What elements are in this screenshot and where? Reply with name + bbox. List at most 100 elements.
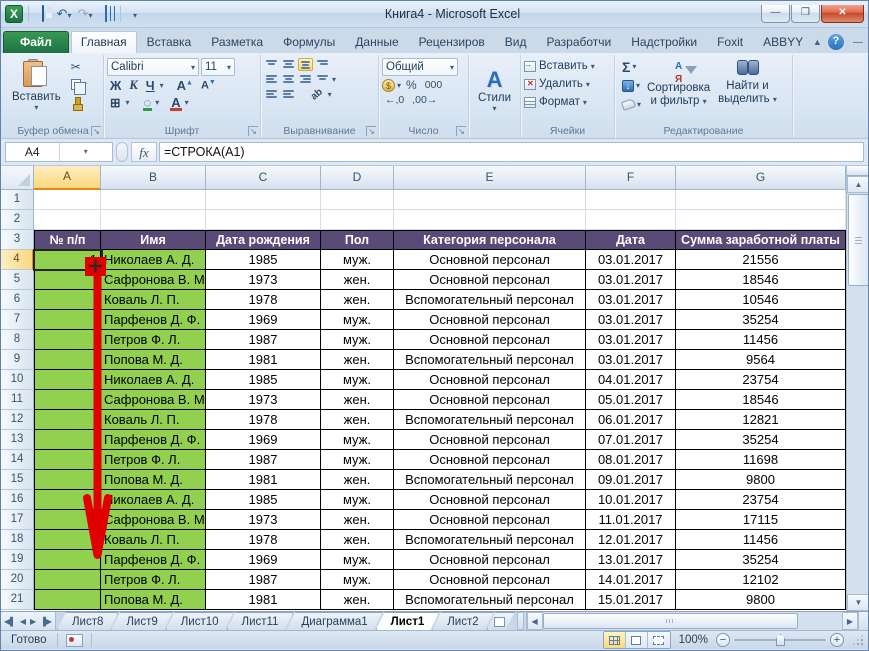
font-color-icon[interactable]: А xyxy=(169,95,183,111)
save-icon[interactable] xyxy=(34,5,52,23)
cell-G14[interactable]: 11698 xyxy=(676,450,846,470)
cell-D13[interactable]: муж. xyxy=(321,430,394,450)
cell-A9[interactable] xyxy=(34,350,101,370)
excel-logo-icon[interactable]: X xyxy=(5,5,23,23)
cell-G19[interactable]: 35254 xyxy=(676,550,846,570)
normal-view-button[interactable] xyxy=(603,632,626,648)
ribbon-tab-7[interactable]: Разработчи xyxy=(537,31,622,53)
table-header-cell[interactable]: Категория персонала xyxy=(394,230,586,250)
cell-A7[interactable] xyxy=(34,310,101,330)
cell-D9[interactable]: жен. xyxy=(321,350,394,370)
cell-E8[interactable]: Основной персонал xyxy=(394,330,586,350)
cell-E12[interactable]: Вспомогательный персонал xyxy=(394,410,586,430)
ribbon-tab-1[interactable]: Вставка xyxy=(137,31,202,53)
borders-icon[interactable]: ⊞ xyxy=(107,95,123,110)
tab-area-splitter[interactable] xyxy=(516,612,524,630)
table-header-cell[interactable]: Дата xyxy=(586,230,676,250)
sort-filter-button[interactable]: АЯ Сортировка и фильтр ▾ xyxy=(643,59,714,112)
cell-G2[interactable] xyxy=(676,210,846,230)
row-header-10[interactable]: 10 xyxy=(1,370,34,390)
cell-F17[interactable]: 11.01.2017 xyxy=(586,510,676,530)
format-painter-icon[interactable] xyxy=(69,95,89,111)
row-header-16[interactable]: 16 xyxy=(1,490,34,510)
row-header-18[interactable]: 18 xyxy=(1,530,34,550)
name-box-dropdown-icon[interactable]: ▾ xyxy=(58,143,113,161)
scroll-down-icon[interactable]: ▼ xyxy=(847,594,868,611)
comma-format-icon[interactable]: 000 xyxy=(422,79,446,91)
row-header-8[interactable]: 8 xyxy=(1,330,34,350)
autosum-icon[interactable]: Σ ▾ xyxy=(620,59,643,74)
cell-D19[interactable]: муж. xyxy=(321,550,394,570)
cell-D1[interactable] xyxy=(321,190,394,210)
cell-A16[interactable] xyxy=(34,490,101,510)
cell-C17[interactable]: 1973 xyxy=(206,510,321,530)
cell-F11[interactable]: 05.01.2017 xyxy=(586,390,676,410)
customize-toolbar-icon[interactable]: ▾ xyxy=(126,5,144,23)
horizontal-scrollbar[interactable]: ◀ ▶ xyxy=(525,612,868,630)
cell-D6[interactable]: жен. xyxy=(321,290,394,310)
macro-record-icon[interactable] xyxy=(65,633,83,647)
cell-E14[interactable]: Основной персонал xyxy=(394,450,586,470)
resize-grip[interactable] xyxy=(852,634,864,646)
shrink-font-button[interactable]: А▼ xyxy=(198,79,219,92)
cell-A15[interactable] xyxy=(34,470,101,490)
cell-G1[interactable] xyxy=(676,190,846,210)
ribbon-tab-5[interactable]: Рецензиров xyxy=(409,31,495,53)
cell-E16[interactable]: Основной персонал xyxy=(394,490,586,510)
cell-A21[interactable] xyxy=(34,590,101,610)
cell-B21[interactable]: Попова М. Д. xyxy=(101,590,206,610)
cell-D5[interactable]: жен. xyxy=(321,270,394,290)
merge-center-icon[interactable] xyxy=(315,73,330,86)
cell-D18[interactable]: жен. xyxy=(321,530,394,550)
row-header-1[interactable]: 1 xyxy=(1,190,34,210)
split-handle[interactable] xyxy=(847,166,868,176)
zoom-in-icon[interactable]: + xyxy=(830,633,844,647)
cell-G18[interactable]: 11456 xyxy=(676,530,846,550)
cell-F12[interactable]: 06.01.2017 xyxy=(586,410,676,430)
cell-E10[interactable]: Основной персонал xyxy=(394,370,586,390)
sheet-tab-Лист11[interactable]: Лист11 xyxy=(227,612,294,630)
align-center-icon[interactable] xyxy=(281,73,296,86)
cell-G13[interactable]: 35254 xyxy=(676,430,846,450)
cell-B13[interactable]: Парфенов Д. Ф. xyxy=(101,430,206,450)
cell-C6[interactable]: 1978 xyxy=(206,290,321,310)
vertical-scrollbar[interactable]: ▲ ▼ xyxy=(846,166,868,611)
column-header-F[interactable]: F xyxy=(586,166,676,190)
column-header-D[interactable]: D xyxy=(321,166,394,190)
cell-A19[interactable] xyxy=(34,550,101,570)
sheet-tab-Лист8[interactable]: Лист8 xyxy=(57,612,118,630)
scroll-left-icon[interactable]: ◀ xyxy=(526,612,543,630)
row-header-4[interactable]: 4 xyxy=(1,250,34,270)
cell-G20[interactable]: 12102 xyxy=(676,570,846,590)
next-sheet-icon[interactable]: ▶ xyxy=(30,617,36,626)
cell-A10[interactable] xyxy=(34,370,101,390)
cell-C12[interactable]: 1978 xyxy=(206,410,321,430)
ribbon-tab-6[interactable]: Вид xyxy=(495,31,537,53)
row-header-3[interactable]: 3 xyxy=(1,230,34,250)
cell-A8[interactable] xyxy=(34,330,101,350)
cell-D21[interactable]: жен. xyxy=(321,590,394,610)
clipboard-dialog-launcher[interactable]: ↘ xyxy=(91,126,101,136)
cell-D16[interactable]: муж. xyxy=(321,490,394,510)
find-select-button[interactable]: Найти и выделить ▾ xyxy=(714,59,781,112)
cell-A11[interactable] xyxy=(34,390,101,410)
copy-icon[interactable]: ▾ xyxy=(69,77,89,95)
cell-B9[interactable]: Попова М. Д. xyxy=(101,350,206,370)
cell-B1[interactable] xyxy=(101,190,206,210)
cell-A20[interactable] xyxy=(34,570,101,590)
cell-G4[interactable]: 21556 xyxy=(676,250,846,270)
font-dialog-launcher[interactable]: ↘ xyxy=(248,126,258,136)
orientation-icon[interactable] xyxy=(315,58,330,71)
percent-format-icon[interactable]: % xyxy=(403,78,420,92)
cell-F8[interactable]: 03.01.2017 xyxy=(586,330,676,350)
increase-indent-icon[interactable] xyxy=(281,88,296,101)
cell-C7[interactable]: 1969 xyxy=(206,310,321,330)
cell-F9[interactable]: 03.01.2017 xyxy=(586,350,676,370)
cell-A2[interactable] xyxy=(34,210,101,230)
cell-B16[interactable]: Николаев А. Д. xyxy=(101,490,206,510)
ribbon-tab-2[interactable]: Разметка ст xyxy=(201,31,273,70)
cell-G16[interactable]: 23754 xyxy=(676,490,846,510)
align-top-icon[interactable] xyxy=(264,58,279,71)
cell-E4[interactable]: Основной персонал xyxy=(394,250,586,270)
cell-A13[interactable] xyxy=(34,430,101,450)
